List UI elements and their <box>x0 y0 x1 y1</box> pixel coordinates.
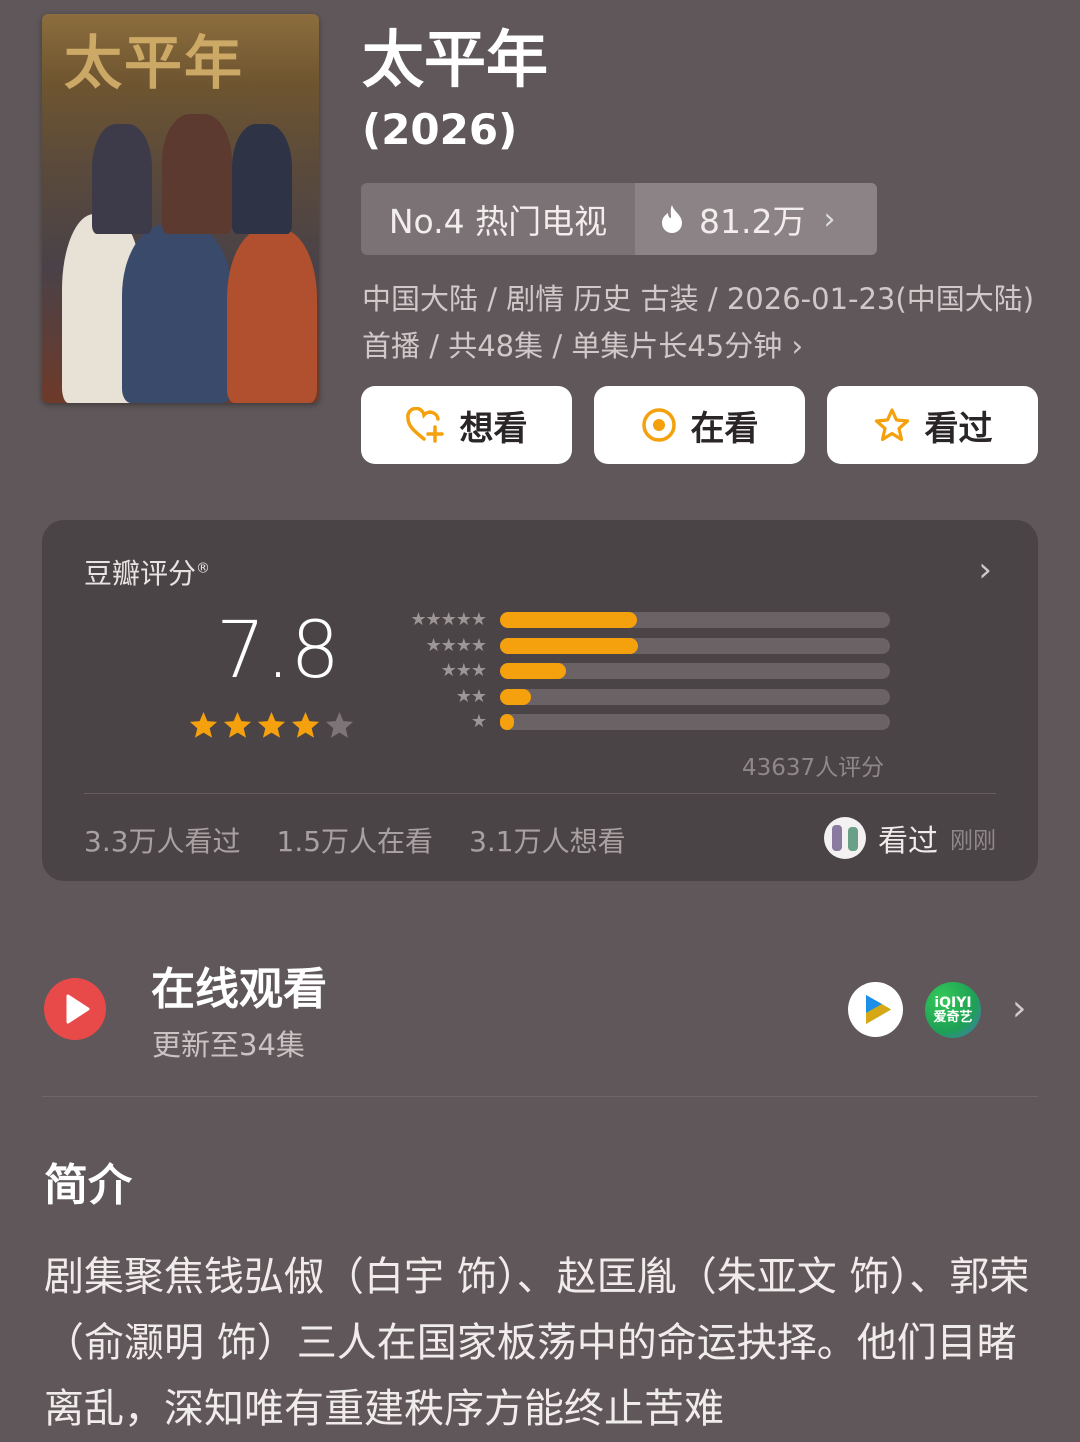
chevron-right-icon[interactable]: › <box>978 550 992 590</box>
rating-bar-track <box>500 714 890 730</box>
divider <box>84 793 996 794</box>
rating-card[interactable]: 豆瓣评分® › 7.8 ★★★★★ ★★★★ ★★★ ★★ ★ 43637人评分 3.3… <box>42 520 1038 881</box>
rating-row-3-star: ★★★ <box>390 660 890 681</box>
rating-row-2-star: ★★ <box>390 685 890 707</box>
row-stars-icon: ★ <box>470 711 487 732</box>
rating-stars <box>188 710 355 741</box>
release-year: (2026) <box>362 105 518 154</box>
watching-count: 1.5万人在看 <box>276 825 434 858</box>
rating-row-1-star: ★ <box>390 711 890 732</box>
divider <box>42 1096 1038 1097</box>
rating-count: 43637人评分 <box>742 755 885 781</box>
rank-label: No.4 热门电视 <box>388 202 608 241</box>
iqiyi-icon[interactable]: iQIYI 爱奇艺 <box>925 982 981 1038</box>
star-empty-icon <box>325 711 354 738</box>
watched-count: 3.3万人看过 <box>84 825 241 858</box>
user-status-time: 刚刚 <box>950 828 996 854</box>
poster-figure <box>92 124 152 234</box>
watched-button[interactable]: 看过 <box>827 386 1038 464</box>
heart-plus-icon <box>405 407 444 443</box>
user-status-label: 看过 <box>878 824 938 859</box>
tencent-video-icon[interactable] <box>848 982 903 1037</box>
audience-stats: 3.3万人看过 1.5万人在看 3.1万人想看 <box>84 820 626 860</box>
want-to-watch-button[interactable]: 想看 <box>361 386 572 464</box>
iqiyi-icon-label: iQIYI <box>934 994 972 1011</box>
poster-image[interactable]: 太平年 <box>42 14 319 403</box>
meta-info[interactable]: 中国大陆 / 剧情 历史 古装 / 2026-01-23(中国大陆)首播 / 共… <box>362 276 1042 370</box>
watching-button[interactable]: 在看 <box>594 386 805 464</box>
poster-figure <box>232 124 292 234</box>
row-stars-icon: ★★★ <box>440 660 487 681</box>
action-buttons: 想看 在看 看过 <box>361 386 1038 464</box>
row-stars-icon: ★★ <box>455 685 487 707</box>
target-icon <box>641 408 676 442</box>
rating-row-4-star: ★★★★ <box>390 634 890 656</box>
star-filled-icon <box>189 711 218 738</box>
chevron-right-icon[interactable]: › <box>1012 988 1026 1029</box>
rating-bar-track <box>500 637 890 654</box>
flame-icon <box>662 205 682 233</box>
poster-figure <box>227 229 317 403</box>
online-watch-subtitle: 更新至34集 <box>152 1028 305 1062</box>
meta-text: 中国大陆 / 剧情 历史 古装 / 2026-01-23(中国大陆)首播 / 共… <box>362 282 1035 363</box>
iqiyi-icon-label-cn: 爱奇艺 <box>933 1009 973 1025</box>
watching-label: 在看 <box>690 408 759 449</box>
user-status[interactable]: 看过 刚刚 <box>824 816 996 860</box>
chevron-right-icon: › <box>791 329 804 363</box>
play-icon[interactable] <box>44 978 106 1040</box>
rating-label: 豆瓣评分® <box>84 557 211 590</box>
want-to-watch-label: 想看 <box>459 408 528 449</box>
intro-heading: 简介 <box>44 1160 132 1211</box>
star-filled-icon <box>257 711 286 738</box>
rank-bar[interactable]: No.4 热门电视 81.2万 › <box>361 183 877 255</box>
avatar <box>824 817 866 859</box>
rating-bar-track <box>500 612 890 628</box>
poster-title-art: 太平年 <box>64 29 245 97</box>
intro-text: 剧集聚焦钱弘俶（白宇 饰）、赵匡胤（朱亚文 饰）、郭荣（俞灏明 饰）三人在国家板… <box>44 1254 1030 1432</box>
page-title: 太平年 <box>362 23 549 96</box>
rating-bar-fill <box>500 612 637 628</box>
online-watch-title[interactable]: 在线观看 <box>151 962 327 1018</box>
registered-mark: ® <box>196 560 211 577</box>
star-filled-icon <box>223 711 252 738</box>
rating-bar-fill <box>500 688 532 705</box>
star-outline-icon <box>874 408 909 442</box>
chevron-right-icon: › <box>823 201 836 237</box>
star-filled-icon <box>291 711 320 738</box>
poster-figure <box>122 224 232 403</box>
row-stars-icon: ★★★★ <box>425 634 487 656</box>
rating-row-5-star: ★★★★★ <box>390 609 890 630</box>
watched-label: 看过 <box>924 408 993 449</box>
heat-value: 81.2万 <box>699 202 806 241</box>
want-count: 3.1万人想看 <box>469 825 626 858</box>
poster-figure <box>162 114 232 234</box>
rating-score: 7.8 <box>216 606 341 696</box>
row-stars-icon: ★★★★★ <box>410 609 487 630</box>
rating-bar-track <box>500 663 890 679</box>
rating-bar-fill <box>500 637 639 654</box>
heat-section[interactable]: 81.2万 › <box>635 183 877 255</box>
rating-bar-track <box>500 688 890 705</box>
rating-bar-fill <box>500 714 514 730</box>
rating-bar-fill <box>500 663 567 679</box>
